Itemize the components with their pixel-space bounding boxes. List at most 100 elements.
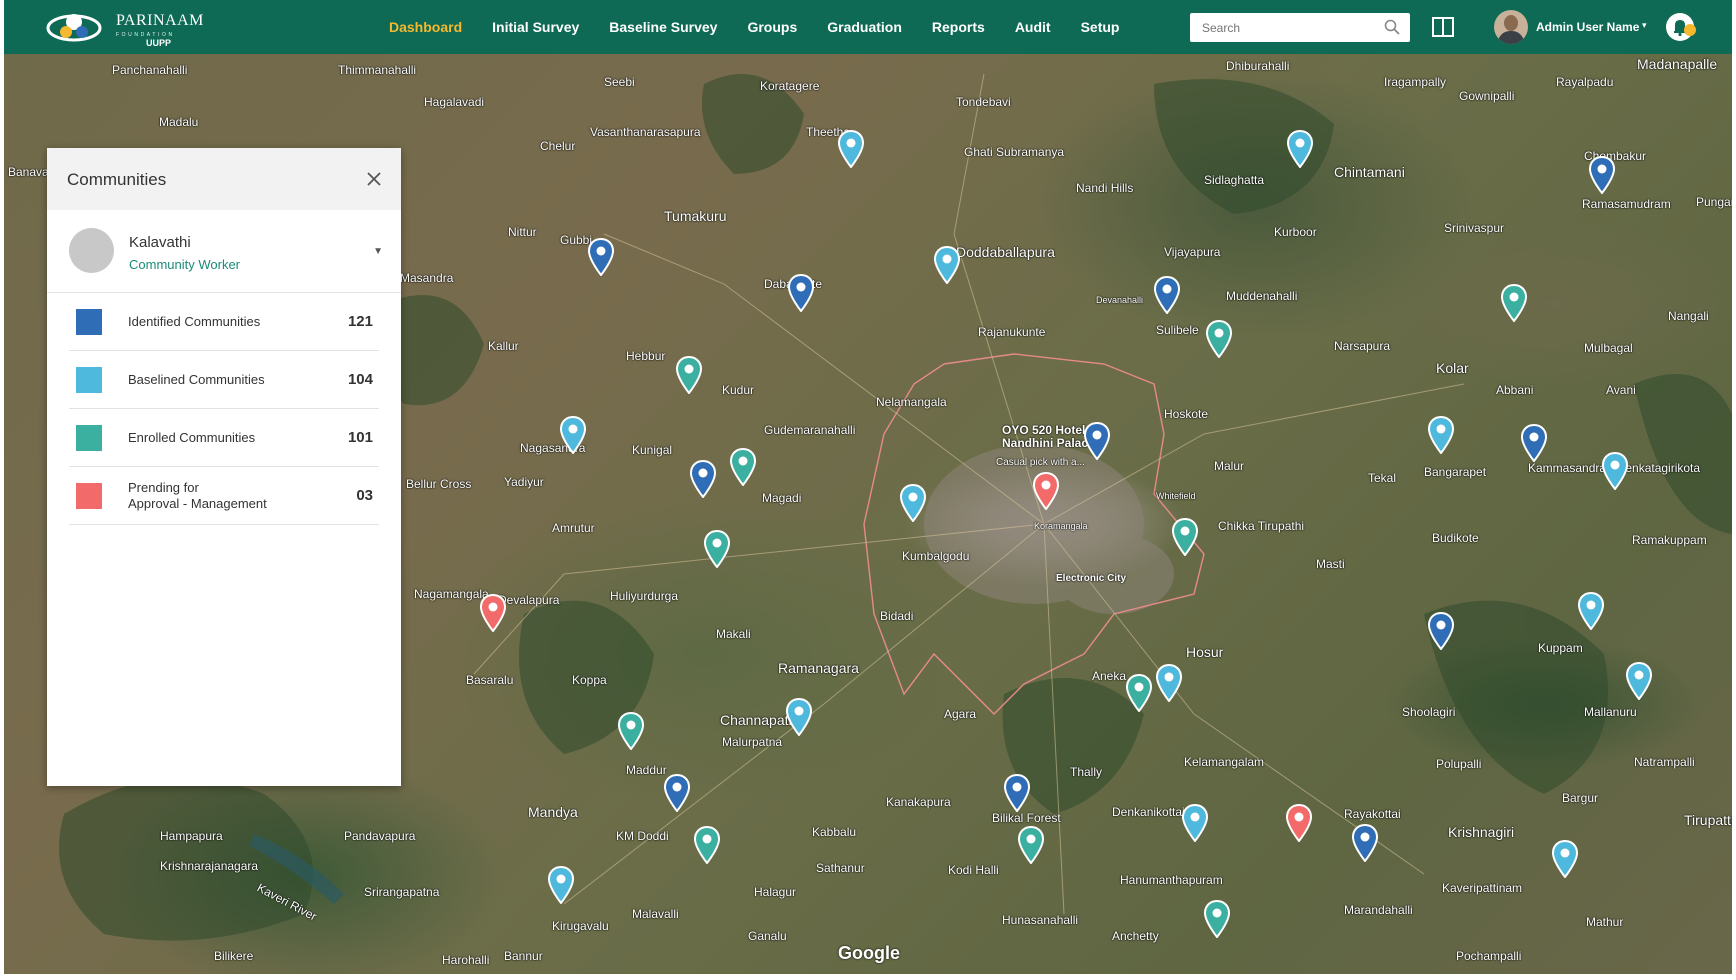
stat-row-enrolled[interactable]: Enrolled Communities 101: [69, 409, 379, 467]
map-pin-identified[interactable]: [1352, 824, 1378, 862]
map-pin-identified[interactable]: [1589, 156, 1615, 194]
map-place-label: Hosur: [1186, 644, 1224, 660]
map-pin-baselined[interactable]: [1626, 662, 1652, 700]
stat-count: 121: [347, 313, 373, 330]
map-pin-identified[interactable]: [1428, 612, 1454, 650]
notification-dot: [1684, 24, 1696, 36]
map-pin-enrolled[interactable]: [730, 448, 756, 486]
user-avatar[interactable]: [1494, 10, 1528, 44]
map-pin-identified[interactable]: [1084, 422, 1110, 460]
map-place-label: Anchetty: [1112, 929, 1159, 943]
map-pin-enrolled[interactable]: [694, 826, 720, 864]
map-pin-enrolled[interactable]: [1501, 284, 1527, 322]
map-pin-identified[interactable]: [588, 238, 614, 276]
map-pin-baselined[interactable]: [548, 866, 574, 904]
pending-swatch: [76, 483, 102, 509]
map-place-label: Muddenahalli: [1226, 289, 1298, 303]
map-place-label: Nagamangala: [414, 587, 489, 601]
nav-audit[interactable]: Audit: [1000, 19, 1066, 35]
map-pin-identified[interactable]: [788, 274, 814, 312]
map-place-label: Bannur: [504, 949, 543, 963]
nav-graduation[interactable]: Graduation: [812, 19, 917, 35]
map-pin-identified[interactable]: [690, 460, 716, 498]
map-place-label: Srinivaspur: [1444, 221, 1505, 235]
search-icon[interactable]: [1384, 19, 1400, 35]
map-pin-enrolled[interactable]: [1204, 900, 1230, 938]
map-pin-baselined[interactable]: [1182, 804, 1208, 842]
map-pin-identified[interactable]: [1154, 276, 1180, 314]
map-place-label: Ghati Subramanya: [964, 145, 1065, 159]
close-icon[interactable]: [365, 170, 383, 188]
map-place-label: Tondebavi: [956, 95, 1011, 109]
community-worker-selector[interactable]: Kalavathi Community Worker ▼: [47, 210, 401, 293]
map-place-label: Kallur: [488, 339, 519, 353]
map-pin-baselined[interactable]: [934, 246, 960, 284]
bottom-border: [0, 974, 1736, 980]
map-pin-baselined[interactable]: [1156, 664, 1182, 702]
communities-panel: Communities Kalavathi Community Worker ▼…: [47, 148, 401, 786]
map-pin-enrolled[interactable]: [704, 530, 730, 568]
map-pin-baselined[interactable]: [1602, 452, 1628, 490]
map-pin-baselined[interactable]: [900, 484, 926, 522]
map-place-label: Nittur: [508, 225, 537, 239]
map-pin-enrolled[interactable]: [1018, 826, 1044, 864]
map-place-label: Ramanagara: [778, 660, 859, 676]
nav-baseline-survey[interactable]: Baseline Survey: [594, 19, 732, 35]
map-place-label: Seebi: [604, 75, 635, 89]
search-input[interactable]: [1190, 13, 1382, 42]
parinaam-logo[interactable]: PARINAAM FOUNDATION UUPP: [46, 10, 216, 48]
map-place-label: Panchanahalli: [112, 63, 188, 77]
map-place-label: Krishnagiri: [1448, 824, 1515, 840]
map-place-label: Electronic City: [1056, 573, 1127, 584]
avatar-head: [1504, 15, 1518, 31]
map-pin-enrolled[interactable]: [618, 712, 644, 750]
map-pin-enrolled[interactable]: [1172, 518, 1198, 556]
stat-row-pending[interactable]: Prending for Approval - Management 03: [69, 467, 379, 525]
map-pin-identified[interactable]: [1004, 774, 1030, 812]
map-place-label: Kumbalgodu: [902, 549, 970, 563]
stat-row-baselined[interactable]: Baselined Communities 104: [69, 351, 379, 409]
map-pin-baselined[interactable]: [838, 130, 864, 168]
caret-down-icon[interactable]: ▼: [373, 246, 383, 257]
map-pin-enrolled[interactable]: [676, 356, 702, 394]
map-pin-baselined[interactable]: [1578, 592, 1604, 630]
map-pin-baselined[interactable]: [1287, 130, 1313, 168]
nav-initial-survey[interactable]: Initial Survey: [477, 19, 594, 35]
map-place-label: Iragampally: [1384, 75, 1447, 89]
nav-setup[interactable]: Setup: [1066, 19, 1135, 35]
map-place-label: Ramasamudram: [1582, 197, 1671, 211]
map-place-label: Hebbur: [626, 349, 666, 363]
map-place-label: Bidadi: [880, 609, 914, 623]
map-place-label: Sathanur: [816, 861, 865, 875]
map-pin-enrolled[interactable]: [1206, 320, 1232, 358]
map-place-label: Shoolagiri: [1402, 705, 1456, 719]
map-pin-baselined[interactable]: [560, 416, 586, 454]
map-place-label: Dhiburahalli: [1226, 59, 1290, 73]
nav-dashboard[interactable]: Dashboard: [374, 19, 477, 35]
map-place-label: Tumakuru: [664, 208, 727, 224]
map-place-label: Whitefield: [1156, 491, 1196, 501]
map-pin-pending[interactable]: [480, 594, 506, 632]
stat-count: 101: [347, 429, 373, 446]
stat-row-identified[interactable]: Identified Communities 121: [69, 293, 379, 351]
map-pin-identified[interactable]: [664, 774, 690, 812]
map-pin-enrolled[interactable]: [1126, 674, 1152, 712]
user-name-menu[interactable]: Admin User Name: [1536, 20, 1639, 34]
map-pin-baselined[interactable]: [1552, 840, 1578, 878]
map-place-label: Nelamangala: [876, 395, 947, 409]
map-pin-baselined[interactable]: [1428, 416, 1454, 454]
nav-reports[interactable]: Reports: [917, 19, 1000, 35]
split-view-icon[interactable]: [1432, 17, 1454, 37]
map-place-label: Bargur: [1562, 791, 1599, 805]
map-place-label: Tirupattur: [1684, 812, 1732, 828]
nav-groups[interactable]: Groups: [732, 19, 812, 35]
caret-down-icon[interactable]: ▾: [1642, 20, 1647, 31]
map-pin-baselined[interactable]: [786, 698, 812, 736]
map-place-label: Kirugavalu: [552, 919, 609, 933]
map-pin-pending[interactable]: [1286, 804, 1312, 842]
map-pin-pending[interactable]: [1033, 472, 1059, 510]
map-place-label: Marandahalli: [1344, 903, 1413, 917]
map-place-label: Koppa: [572, 673, 607, 687]
map-attribution: Google: [838, 943, 900, 963]
map-pin-identified[interactable]: [1521, 424, 1547, 462]
